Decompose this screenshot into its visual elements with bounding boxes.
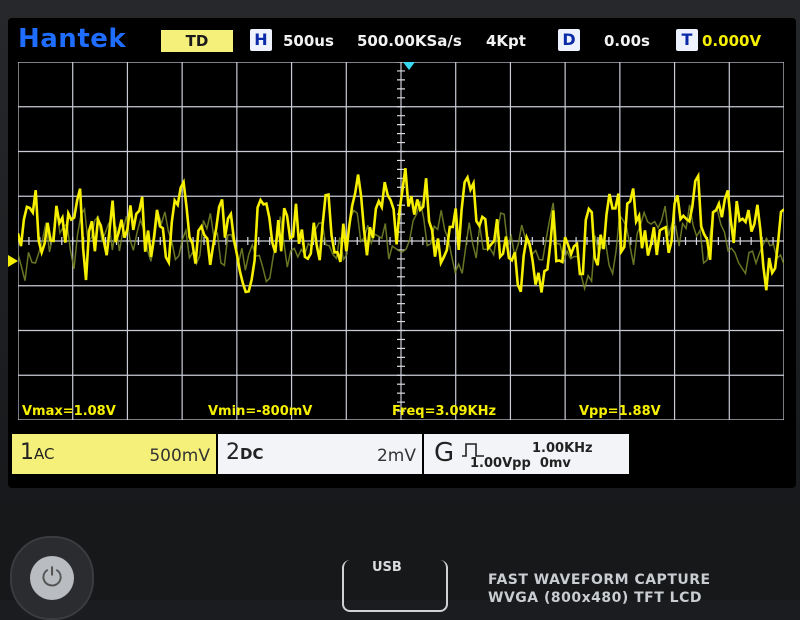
channel-2-scale: 2mV [376,446,416,466]
generator-amplitude: 1.00Vpp [470,456,531,471]
waveform-display [18,62,784,420]
power-icon: ⏻ [30,556,74,600]
display-mode-badge[interactable]: TD [161,30,233,52]
channel-1-panel[interactable]: 1AC 500mV [12,434,216,474]
status-bar: Hantek TD H 500us 500.00KSa/s 4Kpt D 0.0… [8,18,796,60]
channel-1-coupling: AC [34,445,55,463]
delay-value[interactable]: 0.00s [604,30,650,52]
delay-label: D [558,29,580,51]
frequency-measurement: Freq=3.09KHz [392,404,497,419]
generator-offset: 0mv [539,456,571,471]
panel-feature-line-2: WVGA (800x480) TFT LCD [488,590,702,606]
trigger-level-value[interactable]: 0.000V [702,30,761,52]
panel-feature-line-1: FAST WAVEFORM CAPTURE [488,572,711,588]
sample-rate-value: 500.00KSa/s [357,32,462,50]
vmax-measurement: Vmax=1.08V [22,404,116,419]
generator-label: G [434,438,455,468]
channel-ground-marker-icon [8,255,18,267]
generator-frequency: 1.00KHz [532,441,593,456]
trigger-label: T [676,29,698,51]
vpp-measurement: Vpp=1.88V [579,404,661,419]
memory-depth-value[interactable]: 4Kpt [486,30,526,52]
graticule [18,62,784,420]
power-button[interactable]: ⏻ [10,536,94,620]
channel-2-coupling: DC [240,445,264,463]
usb-label: USB [372,560,402,575]
generator-panel[interactable]: G 1.00KHz 1.00Vpp 0mv [424,434,629,474]
channel-1-number: 1 [20,440,34,465]
channel-2-number: 2 [226,440,240,465]
vmin-measurement: Vmin=-800mV [208,404,313,419]
brand-logo: Hantek [18,24,127,54]
channel-1-scale: 500mV [149,446,210,466]
channel-2-panel[interactable]: 2DC 2mV [218,434,422,474]
horizontal-label: H [250,29,272,51]
timebase-value[interactable]: 500us [283,30,334,52]
oscilloscope-screen: Hantek TD H 500us 500.00KSa/s 4Kpt D 0.0… [8,18,796,488]
